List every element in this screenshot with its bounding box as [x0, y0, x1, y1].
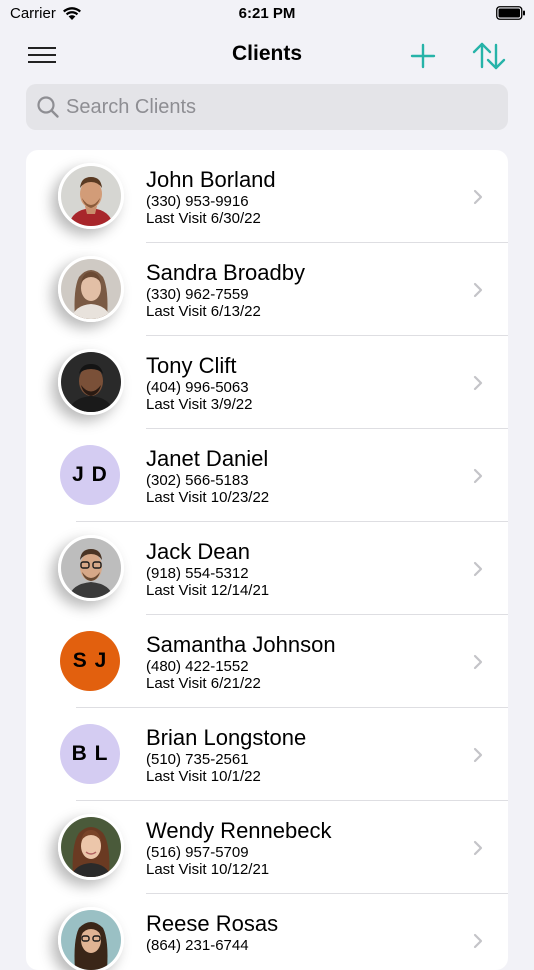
client-row[interactable]: Wendy Rennebeck (516) 957-5709 Last Visi… — [26, 801, 508, 894]
client-last-visit: Last Visit 10/23/22 — [146, 489, 270, 506]
chevron-right-icon — [473, 189, 483, 205]
client-avatar-photo — [58, 256, 124, 322]
client-row[interactable]: Jack Dean (918) 554-5312 Last Visit 12/1… — [26, 522, 508, 615]
client-last-visit: Last Visit 3/9/22 — [146, 396, 253, 413]
client-row[interactable]: Reese Rosas (864) 231-6744 — [26, 894, 508, 970]
chevron-right-icon — [473, 375, 483, 391]
client-name: Wendy Rennebeck — [146, 818, 332, 843]
search-input[interactable] — [66, 95, 508, 119]
client-name: Reese Rosas — [146, 911, 279, 936]
client-phone: (330) 953-9916 — [146, 193, 249, 210]
client-last-visit: Last Visit 6/21/22 — [146, 675, 261, 692]
client-row[interactable]: J D Janet Daniel (302) 566-5183 Last Vis… — [26, 429, 508, 522]
client-row[interactable]: Tony Clift (404) 996-5063 Last Visit 3/9… — [26, 336, 508, 429]
client-phone: (516) 957-5709 — [146, 844, 249, 861]
client-avatar-photo — [58, 349, 124, 415]
client-name: Brian Longstone — [146, 725, 307, 750]
search-icon — [37, 96, 59, 118]
chevron-right-icon — [473, 282, 483, 298]
chevron-right-icon — [473, 747, 483, 763]
client-name: Samantha Johnson — [146, 632, 336, 657]
client-phone: (864) 231-6744 — [146, 937, 249, 954]
client-avatar-photo — [58, 814, 124, 880]
client-last-visit: Last Visit 10/12/21 — [146, 861, 270, 878]
chevron-right-icon — [473, 840, 483, 856]
search-bar[interactable] — [26, 84, 508, 130]
hamburger-menu-icon[interactable] — [28, 44, 58, 66]
client-last-visit: Last Visit 6/13/22 — [146, 303, 261, 320]
client-name: Tony Clift — [146, 353, 237, 378]
sort-arrows-icon[interactable] — [470, 40, 508, 72]
chevron-right-icon — [473, 933, 483, 949]
client-avatar-photo — [58, 907, 124, 970]
client-avatar-initials: B L — [60, 724, 120, 784]
chevron-right-icon — [473, 468, 483, 484]
plus-icon[interactable] — [407, 40, 439, 72]
chevron-right-icon — [473, 561, 483, 577]
client-avatar-photo — [58, 163, 124, 229]
client-phone: (330) 962-7559 — [146, 286, 249, 303]
status-time: 6:21 PM — [238, 5, 296, 22]
client-avatar-initials: S J — [60, 631, 120, 691]
client-phone: (480) 422-1552 — [146, 658, 249, 675]
client-last-visit: Last Visit 12/14/21 — [146, 582, 270, 599]
client-row[interactable]: John Borland (330) 953-9916 Last Visit 6… — [26, 150, 508, 243]
status-bar: Carrier 6:21 PM — [0, 0, 534, 28]
client-phone: (510) 735-2561 — [146, 751, 249, 768]
chevron-right-icon — [473, 654, 483, 670]
client-avatar-initials: J D — [60, 445, 120, 505]
navigation-bar: Clients — [0, 30, 534, 80]
client-last-visit: Last Visit 6/30/22 — [146, 210, 261, 227]
client-phone: (302) 566-5183 — [146, 472, 249, 489]
page-title: Clients — [231, 42, 302, 65]
client-name: Janet Daniel — [146, 446, 269, 471]
client-phone: (918) 554-5312 — [146, 565, 249, 582]
battery-icon — [496, 6, 525, 20]
client-row[interactable]: Sandra Broadby (330) 962-7559 Last Visit… — [26, 243, 508, 336]
client-last-visit: Last Visit 10/1/22 — [146, 768, 261, 785]
client-name: John Borland — [146, 167, 276, 192]
client-row[interactable]: S J Samantha Johnson (480) 422-1552 Last… — [26, 615, 508, 708]
client-row[interactable]: B L Brian Longstone (510) 735-2561 Last … — [26, 708, 508, 801]
client-name: Sandra Broadby — [146, 260, 305, 285]
client-phone: (404) 996-5063 — [146, 379, 249, 396]
client-list: John Borland (330) 953-9916 Last Visit 6… — [26, 150, 508, 970]
client-name: Jack Dean — [146, 539, 250, 564]
client-avatar-photo — [58, 535, 124, 601]
